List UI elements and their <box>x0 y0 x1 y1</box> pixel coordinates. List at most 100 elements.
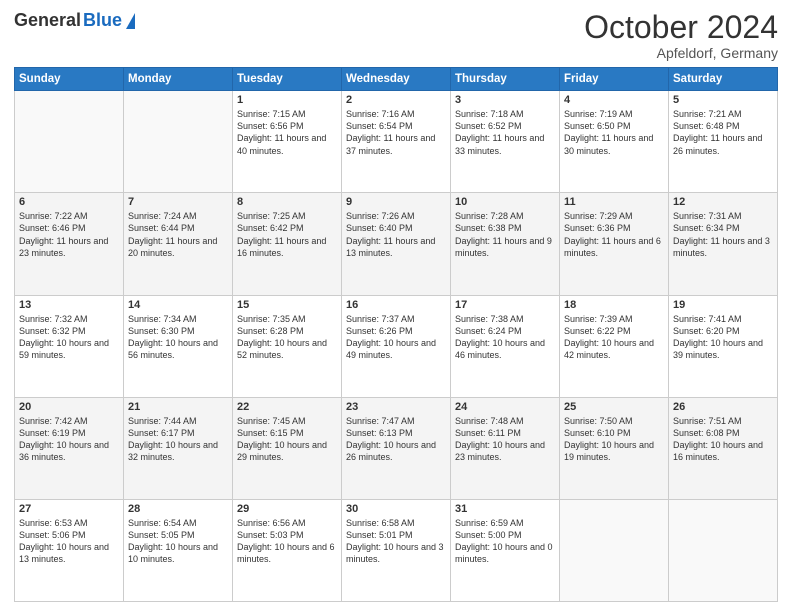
day-number: 10 <box>455 196 555 208</box>
day-info: Sunrise: 7:41 AM Sunset: 6:20 PM Dayligh… <box>673 313 773 362</box>
calendar-header-friday: Friday <box>560 68 669 91</box>
calendar-cell: 30 Sunrise: 6:58 AM Sunset: 5:01 PM Dayli… <box>342 499 451 601</box>
day-number: 21 <box>128 401 228 413</box>
day-number: 8 <box>237 196 337 208</box>
day-info: Sunrise: 7:39 AM Sunset: 6:22 PM Dayligh… <box>564 313 664 362</box>
day-info: Sunrise: 7:19 AM Sunset: 6:50 PM Dayligh… <box>564 108 664 157</box>
calendar-cell: 28 Sunrise: 6:54 AM Sunset: 5:05 PM Dayli… <box>124 499 233 601</box>
calendar-cell: 27 Sunrise: 6:53 AM Sunset: 5:06 PM Dayli… <box>15 499 124 601</box>
calendar-cell <box>124 91 233 193</box>
day-info: Sunrise: 6:54 AM Sunset: 5:05 PM Dayligh… <box>128 517 228 566</box>
calendar-cell: 8 Sunrise: 7:25 AM Sunset: 6:42 PM Daylig… <box>233 193 342 295</box>
day-info: Sunrise: 7:47 AM Sunset: 6:13 PM Dayligh… <box>346 415 446 464</box>
day-info: Sunrise: 7:31 AM Sunset: 6:34 PM Dayligh… <box>673 210 773 259</box>
calendar-cell: 7Sunrise: 7:24 AM Sunset: 6:44 PM Daylig… <box>124 193 233 295</box>
day-number: 13 <box>19 299 119 311</box>
day-number: 17 <box>455 299 555 311</box>
day-info: Sunrise: 6:56 AM Sunset: 5:03 PM Dayligh… <box>237 517 337 566</box>
calendar-cell: 29 Sunrise: 6:56 AM Sunset: 5:03 PM Dayli… <box>233 499 342 601</box>
day-number: 25 <box>564 401 664 413</box>
day-number: 3 <box>455 94 555 106</box>
calendar-cell: 25 Sunrise: 7:50 AM Sunset: 6:10 PM Dayli… <box>560 397 669 499</box>
calendar-week-row: 1 Sunrise: 7:15 AM Sunset: 6:56 PM Daylig… <box>15 91 778 193</box>
calendar-cell: 20Sunrise: 7:42 AM Sunset: 6:19 PM Dayli… <box>15 397 124 499</box>
calendar-week-row: 20Sunrise: 7:42 AM Sunset: 6:19 PM Dayli… <box>15 397 778 499</box>
day-number: 29 <box>237 503 337 515</box>
logo-text: GeneralBlue <box>14 10 135 31</box>
calendar-cell: 21 Sunrise: 7:44 AM Sunset: 6:17 PM Dayli… <box>124 397 233 499</box>
calendar-cell: 13Sunrise: 7:32 AM Sunset: 6:32 PM Dayli… <box>15 295 124 397</box>
calendar-cell: 4 Sunrise: 7:19 AM Sunset: 6:50 PM Daylig… <box>560 91 669 193</box>
day-number: 23 <box>346 401 446 413</box>
calendar-table: SundayMondayTuesdayWednesdayThursdayFrid… <box>14 67 778 602</box>
day-info: Sunrise: 6:59 AM Sunset: 5:00 PM Dayligh… <box>455 517 555 566</box>
calendar-cell: 12 Sunrise: 7:31 AM Sunset: 6:34 PM Dayli… <box>669 193 778 295</box>
day-info: Sunrise: 7:22 AM Sunset: 6:46 PM Dayligh… <box>19 210 119 259</box>
day-info: Sunrise: 7:29 AM Sunset: 6:36 PM Dayligh… <box>564 210 664 259</box>
day-number: 14 <box>128 299 228 311</box>
day-number: 24 <box>455 401 555 413</box>
calendar-cell: 31 Sunrise: 6:59 AM Sunset: 5:00 PM Dayli… <box>451 499 560 601</box>
day-number: 5 <box>673 94 773 106</box>
day-info: Sunrise: 7:45 AM Sunset: 6:15 PM Dayligh… <box>237 415 337 464</box>
month-title: October 2024 <box>584 10 778 45</box>
day-number: 9 <box>346 196 446 208</box>
calendar-cell: 17Sunrise: 7:38 AM Sunset: 6:24 PM Dayli… <box>451 295 560 397</box>
day-info: Sunrise: 7:37 AM Sunset: 6:26 PM Dayligh… <box>346 313 446 362</box>
day-info: Sunrise: 7:48 AM Sunset: 6:11 PM Dayligh… <box>455 415 555 464</box>
calendar-cell: 14 Sunrise: 7:34 AM Sunset: 6:30 PM Dayli… <box>124 295 233 397</box>
logo-blue: Blue <box>83 10 122 31</box>
day-info: Sunrise: 7:28 AM Sunset: 6:38 PM Dayligh… <box>455 210 555 259</box>
location: Apfeldorf, Germany <box>584 45 778 61</box>
calendar-header-sunday: Sunday <box>15 68 124 91</box>
day-info: Sunrise: 7:25 AM Sunset: 6:42 PM Dayligh… <box>237 210 337 259</box>
logo: GeneralBlue <box>14 10 135 31</box>
calendar-cell: 6 Sunrise: 7:22 AM Sunset: 6:46 PM Daylig… <box>15 193 124 295</box>
calendar-week-row: 13Sunrise: 7:32 AM Sunset: 6:32 PM Dayli… <box>15 295 778 397</box>
calendar-week-row: 27 Sunrise: 6:53 AM Sunset: 5:06 PM Dayli… <box>15 499 778 601</box>
day-number: 12 <box>673 196 773 208</box>
day-info: Sunrise: 7:21 AM Sunset: 6:48 PM Dayligh… <box>673 108 773 157</box>
calendar-cell: 26Sunrise: 7:51 AM Sunset: 6:08 PM Dayli… <box>669 397 778 499</box>
day-number: 6 <box>19 196 119 208</box>
calendar-cell <box>560 499 669 601</box>
calendar-cell: 5 Sunrise: 7:21 AM Sunset: 6:48 PM Daylig… <box>669 91 778 193</box>
day-number: 31 <box>455 503 555 515</box>
day-number: 15 <box>237 299 337 311</box>
calendar-cell: 23 Sunrise: 7:47 AM Sunset: 6:13 PM Dayli… <box>342 397 451 499</box>
day-info: Sunrise: 7:34 AM Sunset: 6:30 PM Dayligh… <box>128 313 228 362</box>
day-info: Sunrise: 7:44 AM Sunset: 6:17 PM Dayligh… <box>128 415 228 464</box>
calendar-cell <box>15 91 124 193</box>
day-info: Sunrise: 7:15 AM Sunset: 6:56 PM Dayligh… <box>237 108 337 157</box>
calendar-week-row: 6 Sunrise: 7:22 AM Sunset: 6:46 PM Daylig… <box>15 193 778 295</box>
day-number: 7 <box>128 196 228 208</box>
calendar-cell: 9 Sunrise: 7:26 AM Sunset: 6:40 PM Daylig… <box>342 193 451 295</box>
logo-triangle-icon <box>126 13 135 29</box>
calendar-cell: 24 Sunrise: 7:48 AM Sunset: 6:11 PM Dayli… <box>451 397 560 499</box>
calendar-cell: 1 Sunrise: 7:15 AM Sunset: 6:56 PM Daylig… <box>233 91 342 193</box>
day-info: Sunrise: 7:35 AM Sunset: 6:28 PM Dayligh… <box>237 313 337 362</box>
calendar-cell: 3Sunrise: 7:18 AM Sunset: 6:52 PM Daylig… <box>451 91 560 193</box>
page: GeneralBlue October 2024 Apfeldorf, Germ… <box>0 0 792 612</box>
day-number: 4 <box>564 94 664 106</box>
day-number: 28 <box>128 503 228 515</box>
calendar-cell <box>669 499 778 601</box>
day-number: 1 <box>237 94 337 106</box>
calendar-cell: 10 Sunrise: 7:28 AM Sunset: 6:38 PM Dayli… <box>451 193 560 295</box>
day-info: Sunrise: 7:26 AM Sunset: 6:40 PM Dayligh… <box>346 210 446 259</box>
day-number: 30 <box>346 503 446 515</box>
day-number: 11 <box>564 196 664 208</box>
day-info: Sunrise: 7:50 AM Sunset: 6:10 PM Dayligh… <box>564 415 664 464</box>
calendar-cell: 18 Sunrise: 7:39 AM Sunset: 6:22 PM Dayli… <box>560 295 669 397</box>
calendar-cell: 19 Sunrise: 7:41 AM Sunset: 6:20 PM Dayli… <box>669 295 778 397</box>
title-block: October 2024 Apfeldorf, Germany <box>584 10 778 61</box>
calendar-cell: 22 Sunrise: 7:45 AM Sunset: 6:15 PM Dayli… <box>233 397 342 499</box>
day-number: 19 <box>673 299 773 311</box>
day-number: 22 <box>237 401 337 413</box>
day-number: 18 <box>564 299 664 311</box>
day-info: Sunrise: 6:58 AM Sunset: 5:01 PM Dayligh… <box>346 517 446 566</box>
day-info: Sunrise: 6:53 AM Sunset: 5:06 PM Dayligh… <box>19 517 119 566</box>
day-info: Sunrise: 7:16 AM Sunset: 6:54 PM Dayligh… <box>346 108 446 157</box>
calendar-header-wednesday: Wednesday <box>342 68 451 91</box>
day-number: 27 <box>19 503 119 515</box>
